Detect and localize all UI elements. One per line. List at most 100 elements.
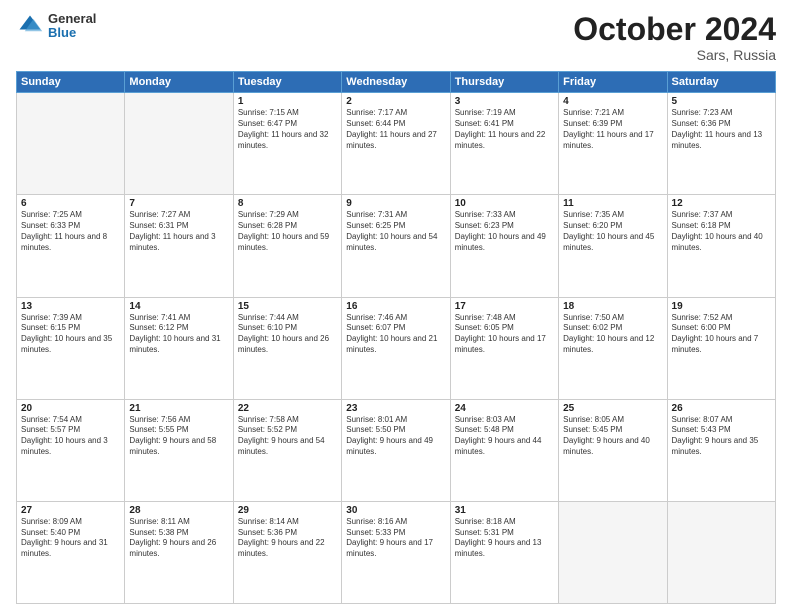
day-number: 20 — [21, 403, 120, 414]
calendar-cell: 4Sunrise: 7:21 AM Sunset: 6:39 PM Daylig… — [559, 93, 667, 195]
day-info: Sunrise: 7:29 AM Sunset: 6:28 PM Dayligh… — [238, 210, 337, 253]
day-info: Sunrise: 7:15 AM Sunset: 6:47 PM Dayligh… — [238, 108, 337, 151]
day-number: 19 — [672, 301, 771, 312]
day-number: 24 — [455, 403, 554, 414]
calendar-cell: 17Sunrise: 7:48 AM Sunset: 6:05 PM Dayli… — [450, 297, 558, 399]
day-number: 17 — [455, 301, 554, 312]
day-number: 4 — [563, 96, 662, 107]
day-info: Sunrise: 7:39 AM Sunset: 6:15 PM Dayligh… — [21, 313, 120, 356]
calendar-cell: 28Sunrise: 8:11 AM Sunset: 5:38 PM Dayli… — [125, 501, 233, 603]
calendar-cell: 23Sunrise: 8:01 AM Sunset: 5:50 PM Dayli… — [342, 399, 450, 501]
calendar-cell: 16Sunrise: 7:46 AM Sunset: 6:07 PM Dayli… — [342, 297, 450, 399]
calendar-cell: 6Sunrise: 7:25 AM Sunset: 6:33 PM Daylig… — [17, 195, 125, 297]
day-number: 10 — [455, 198, 554, 209]
calendar-cell: 3Sunrise: 7:19 AM Sunset: 6:41 PM Daylig… — [450, 93, 558, 195]
calendar-cell: 9Sunrise: 7:31 AM Sunset: 6:25 PM Daylig… — [342, 195, 450, 297]
day-number: 7 — [129, 198, 228, 209]
calendar-cell: 20Sunrise: 7:54 AM Sunset: 5:57 PM Dayli… — [17, 399, 125, 501]
calendar-cell: 30Sunrise: 8:16 AM Sunset: 5:33 PM Dayli… — [342, 501, 450, 603]
day-info: Sunrise: 7:37 AM Sunset: 6:18 PM Dayligh… — [672, 210, 771, 253]
day-info: Sunrise: 7:41 AM Sunset: 6:12 PM Dayligh… — [129, 313, 228, 356]
day-number: 9 — [346, 198, 445, 209]
calendar-cell: 11Sunrise: 7:35 AM Sunset: 6:20 PM Dayli… — [559, 195, 667, 297]
logo-text: General Blue — [48, 12, 96, 41]
calendar-cell: 1Sunrise: 7:15 AM Sunset: 6:47 PM Daylig… — [233, 93, 341, 195]
calendar-cell: 12Sunrise: 7:37 AM Sunset: 6:18 PM Dayli… — [667, 195, 775, 297]
day-info: Sunrise: 7:35 AM Sunset: 6:20 PM Dayligh… — [563, 210, 662, 253]
day-of-week-tuesday: Tuesday — [233, 72, 341, 93]
day-info: Sunrise: 7:33 AM Sunset: 6:23 PM Dayligh… — [455, 210, 554, 253]
day-info: Sunrise: 7:19 AM Sunset: 6:41 PM Dayligh… — [455, 108, 554, 151]
day-number: 25 — [563, 403, 662, 414]
day-of-week-thursday: Thursday — [450, 72, 558, 93]
day-number: 6 — [21, 198, 120, 209]
week-row-2: 6Sunrise: 7:25 AM Sunset: 6:33 PM Daylig… — [17, 195, 776, 297]
calendar-cell: 14Sunrise: 7:41 AM Sunset: 6:12 PM Dayli… — [125, 297, 233, 399]
day-info: Sunrise: 7:48 AM Sunset: 6:05 PM Dayligh… — [455, 313, 554, 356]
day-number: 29 — [238, 505, 337, 516]
day-info: Sunrise: 8:01 AM Sunset: 5:50 PM Dayligh… — [346, 415, 445, 458]
day-info: Sunrise: 8:16 AM Sunset: 5:33 PM Dayligh… — [346, 517, 445, 560]
calendar-cell: 10Sunrise: 7:33 AM Sunset: 6:23 PM Dayli… — [450, 195, 558, 297]
day-number: 22 — [238, 403, 337, 414]
day-number: 15 — [238, 301, 337, 312]
day-of-week-saturday: Saturday — [667, 72, 775, 93]
day-number: 18 — [563, 301, 662, 312]
day-info: Sunrise: 8:07 AM Sunset: 5:43 PM Dayligh… — [672, 415, 771, 458]
calendar-cell: 19Sunrise: 7:52 AM Sunset: 6:00 PM Dayli… — [667, 297, 775, 399]
calendar-cell: 15Sunrise: 7:44 AM Sunset: 6:10 PM Dayli… — [233, 297, 341, 399]
calendar-cell — [125, 93, 233, 195]
calendar-header-row: SundayMondayTuesdayWednesdayThursdayFrid… — [17, 72, 776, 93]
day-info: Sunrise: 7:50 AM Sunset: 6:02 PM Dayligh… — [563, 313, 662, 356]
week-row-5: 27Sunrise: 8:09 AM Sunset: 5:40 PM Dayli… — [17, 501, 776, 603]
day-info: Sunrise: 7:23 AM Sunset: 6:36 PM Dayligh… — [672, 108, 771, 151]
logo-general: General — [48, 12, 96, 26]
day-number: 13 — [21, 301, 120, 312]
day-info: Sunrise: 8:09 AM Sunset: 5:40 PM Dayligh… — [21, 517, 120, 560]
day-number: 30 — [346, 505, 445, 516]
calendar-cell: 7Sunrise: 7:27 AM Sunset: 6:31 PM Daylig… — [125, 195, 233, 297]
day-number: 5 — [672, 96, 771, 107]
day-info: Sunrise: 8:14 AM Sunset: 5:36 PM Dayligh… — [238, 517, 337, 560]
week-row-4: 20Sunrise: 7:54 AM Sunset: 5:57 PM Dayli… — [17, 399, 776, 501]
day-number: 12 — [672, 198, 771, 209]
title-block: October 2024 Sars, Russia — [573, 12, 776, 63]
calendar-cell: 13Sunrise: 7:39 AM Sunset: 6:15 PM Dayli… — [17, 297, 125, 399]
day-info: Sunrise: 7:46 AM Sunset: 6:07 PM Dayligh… — [346, 313, 445, 356]
calendar-cell — [667, 501, 775, 603]
calendar-cell: 2Sunrise: 7:17 AM Sunset: 6:44 PM Daylig… — [342, 93, 450, 195]
week-row-1: 1Sunrise: 7:15 AM Sunset: 6:47 PM Daylig… — [17, 93, 776, 195]
calendar-cell: 22Sunrise: 7:58 AM Sunset: 5:52 PM Dayli… — [233, 399, 341, 501]
day-info: Sunrise: 7:52 AM Sunset: 6:00 PM Dayligh… — [672, 313, 771, 356]
day-info: Sunrise: 8:05 AM Sunset: 5:45 PM Dayligh… — [563, 415, 662, 458]
day-info: Sunrise: 7:44 AM Sunset: 6:10 PM Dayligh… — [238, 313, 337, 356]
day-number: 23 — [346, 403, 445, 414]
day-info: Sunrise: 8:11 AM Sunset: 5:38 PM Dayligh… — [129, 517, 228, 560]
day-of-week-monday: Monday — [125, 72, 233, 93]
day-number: 1 — [238, 96, 337, 107]
calendar-cell — [559, 501, 667, 603]
page-subtitle: Sars, Russia — [573, 47, 776, 63]
day-number: 21 — [129, 403, 228, 414]
day-info: Sunrise: 7:25 AM Sunset: 6:33 PM Dayligh… — [21, 210, 120, 253]
day-of-week-sunday: Sunday — [17, 72, 125, 93]
day-number: 28 — [129, 505, 228, 516]
page: General Blue October 2024 Sars, Russia S… — [0, 0, 792, 612]
day-number: 26 — [672, 403, 771, 414]
calendar-cell: 26Sunrise: 8:07 AM Sunset: 5:43 PM Dayli… — [667, 399, 775, 501]
day-info: Sunrise: 8:03 AM Sunset: 5:48 PM Dayligh… — [455, 415, 554, 458]
day-info: Sunrise: 7:21 AM Sunset: 6:39 PM Dayligh… — [563, 108, 662, 151]
calendar-cell: 27Sunrise: 8:09 AM Sunset: 5:40 PM Dayli… — [17, 501, 125, 603]
week-row-3: 13Sunrise: 7:39 AM Sunset: 6:15 PM Dayli… — [17, 297, 776, 399]
calendar-cell: 29Sunrise: 8:14 AM Sunset: 5:36 PM Dayli… — [233, 501, 341, 603]
day-number: 3 — [455, 96, 554, 107]
header: General Blue October 2024 Sars, Russia — [16, 12, 776, 63]
calendar-cell: 31Sunrise: 8:18 AM Sunset: 5:31 PM Dayli… — [450, 501, 558, 603]
day-of-week-friday: Friday — [559, 72, 667, 93]
day-number: 11 — [563, 198, 662, 209]
day-info: Sunrise: 7:56 AM Sunset: 5:55 PM Dayligh… — [129, 415, 228, 458]
calendar-cell: 24Sunrise: 8:03 AM Sunset: 5:48 PM Dayli… — [450, 399, 558, 501]
logo: General Blue — [16, 12, 96, 41]
calendar: SundayMondayTuesdayWednesdayThursdayFrid… — [16, 71, 776, 604]
calendar-cell: 18Sunrise: 7:50 AM Sunset: 6:02 PM Dayli… — [559, 297, 667, 399]
